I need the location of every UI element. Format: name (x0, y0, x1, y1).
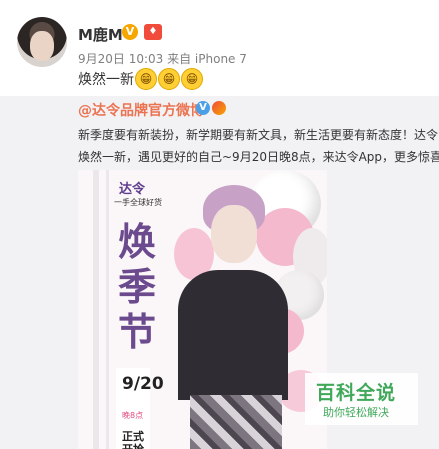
poster-image[interactable]: 达令 一手全球好货 焕 季 节 9/20 晚8点 正式 开抢 (78, 170, 327, 449)
grin-emoji-icon: 😁 (158, 68, 180, 90)
poster-brand: 达令 (119, 182, 146, 197)
poster-title-char: 焕 (118, 220, 157, 264)
poster-open-line-2: 开抢 (122, 441, 144, 449)
repost-text-line-2: 焕然一新，遇见更好的自己~9月20日晚8点，来达令App，更多惊喜在 (78, 150, 439, 164)
post-text: 焕然一新 (78, 72, 134, 88)
vip-icon: ♦ (144, 24, 162, 40)
grin-emoji-icon: 😁 (181, 68, 203, 90)
brand-badge-icon (212, 101, 226, 115)
poster-slogan: 一手全球好货 (114, 198, 162, 207)
grin-emoji-icon: 😁 (135, 68, 157, 90)
model-shirt (178, 270, 288, 400)
repost-author[interactable]: @达令品牌官方微博 (78, 100, 204, 120)
repost-text-line-1: 新季度要有新装扮，新学期要有新文具，新生活更要有新态度！达令 (78, 128, 439, 142)
poster-stripe (106, 170, 109, 449)
poster-title-char: 季 (118, 265, 157, 309)
blue-verified-icon: V (196, 101, 210, 115)
repost-text: 新季度要有新装扮，新学期要有新文具，新生活更要有新态度！达令 焕然一新，遇见更好… (78, 124, 439, 168)
avatar[interactable] (17, 17, 67, 67)
poster-title-char: 节 (118, 310, 157, 354)
poster-time-badge: 晚8点 (122, 411, 144, 420)
watermark-title: 百科全说 (316, 382, 397, 404)
watermark-subtitle: 助你轻松解决 (323, 406, 389, 419)
post-meta: 9月20日 10:03 来自 iPhone 7 (78, 52, 247, 66)
model-face (211, 205, 257, 263)
model-pants (190, 395, 282, 449)
poster-date: 9/20 (122, 374, 164, 394)
weibo-post: M鹿M V ♦ 9月20日 10:03 来自 iPhone 7 焕然一新 😁 😁… (0, 0, 439, 449)
verified-icon: V (122, 24, 138, 40)
poster-stripe (93, 170, 99, 449)
avatar-face (30, 31, 54, 61)
post-text-row: 焕然一新 😁 😁 😁 (78, 68, 203, 90)
post-author[interactable]: M鹿M (78, 24, 123, 45)
